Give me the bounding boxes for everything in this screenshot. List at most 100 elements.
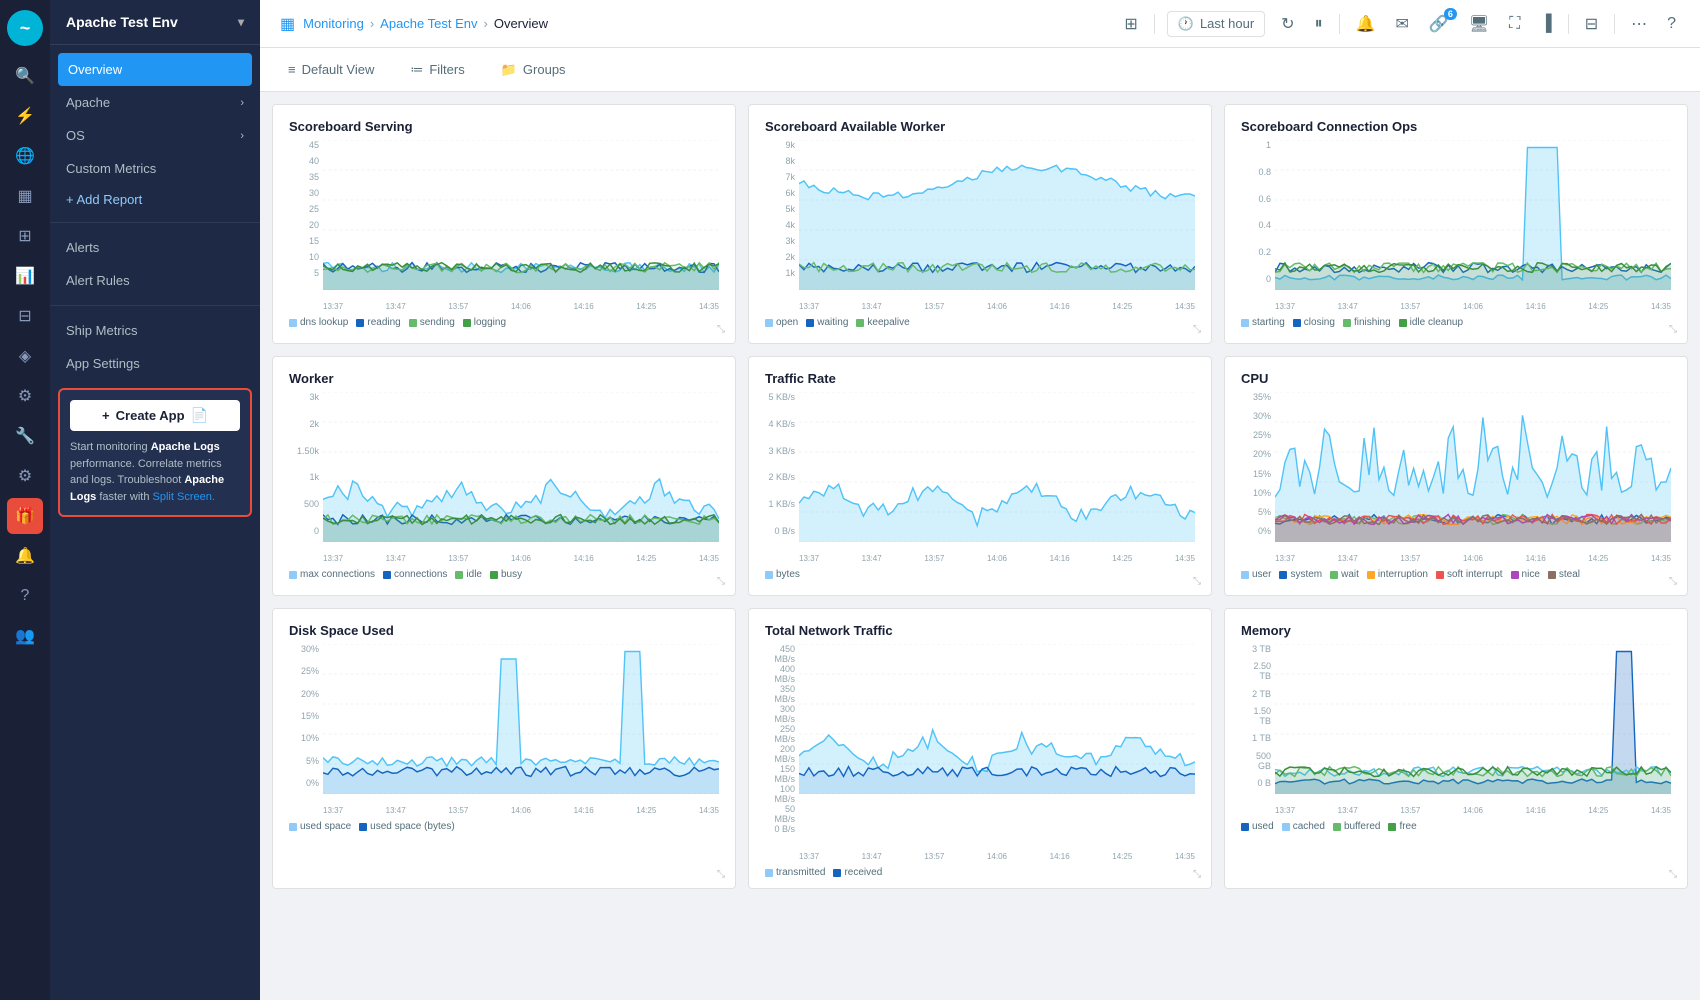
legend-item: received — [833, 867, 882, 878]
expand-icon[interactable]: ⤡ — [1669, 324, 1677, 335]
y-label: 45 — [289, 140, 319, 150]
legend-item: soft interrupt — [1436, 569, 1503, 580]
groups-btn[interactable]: 📁 Groups — [493, 58, 574, 82]
apache-label: Apache — [66, 95, 110, 110]
mail-icon[interactable]: ✉ — [1392, 10, 1413, 38]
x-label: 14:35 — [699, 806, 719, 815]
y-label: 20 — [289, 220, 319, 230]
sidebar-item-alert-rules[interactable]: Alert Rules — [50, 264, 260, 297]
sidebar-item-ship-metrics[interactable]: Ship Metrics — [50, 314, 260, 347]
time-selector[interactable]: 🕐 Last hour — [1167, 11, 1265, 37]
y-label: 2k — [765, 252, 795, 262]
layers-icon[interactable]: ▦ — [7, 178, 43, 214]
y-label: 10% — [1241, 488, 1271, 498]
chart-card-memory: Memory 3 TB2.50 TB2 TB1.50 TB1 TB500 GB0… — [1224, 608, 1688, 889]
legend-label: sending — [420, 317, 455, 328]
expand-icon[interactable]: ⤡ — [1669, 576, 1677, 587]
help-header-icon[interactable]: ? — [1663, 11, 1680, 37]
settings-icon[interactable]: ⚙ — [7, 458, 43, 494]
y-axis: 3 TB2.50 TB2 TB1.50 TB1 TB500 GB0 B — [1241, 644, 1271, 804]
create-app-button[interactable]: + Create App 📄 — [70, 400, 240, 431]
expand-icon[interactable]: ⤡ — [717, 576, 725, 587]
fullscreen-icon[interactable]: ⛶ — [1505, 11, 1524, 37]
split-view-icon[interactable]: ⊟ — [1581, 10, 1602, 38]
y-label: 0 B — [1241, 778, 1271, 788]
x-label: 14:16 — [1526, 806, 1546, 815]
pause-icon[interactable]: ⏸ — [1311, 11, 1327, 37]
app-logo[interactable]: ~ — [7, 10, 43, 46]
sidebar-item-app-settings[interactable]: App Settings — [50, 347, 260, 380]
monitor-icon[interactable]: 🖥 — [1465, 10, 1493, 38]
breadcrumb-monitoring[interactable]: Monitoring — [303, 16, 364, 31]
y-axis: 45403530252015105 — [289, 140, 319, 300]
help-icon[interactable]: ? — [7, 578, 43, 614]
bell-header-icon[interactable]: 🔔 — [1352, 10, 1380, 38]
globe-icon[interactable]: 🌐 — [7, 138, 43, 174]
y-axis: 35%30%25%20%15%10%5%0% — [1241, 392, 1271, 552]
gift-icon[interactable]: 🎁 — [7, 498, 43, 534]
expand-icon[interactable]: ⤡ — [1193, 324, 1201, 335]
x-label: 13:57 — [1400, 806, 1420, 815]
bar-chart-icon[interactable]: ▐ — [1536, 11, 1555, 37]
node-icon[interactable]: ◈ — [7, 338, 43, 374]
y-label: 5 KB/s — [765, 392, 795, 402]
sidebar-item-os[interactable]: OS › — [50, 119, 260, 152]
legend-item: keepalive — [856, 317, 909, 328]
legend-color — [490, 571, 498, 579]
sidebar-item-overview[interactable]: Overview — [58, 53, 252, 86]
bell-icon[interactable]: 🔔 — [7, 538, 43, 574]
team-icon[interactable]: 👥 — [7, 618, 43, 654]
y-label: 4k — [765, 220, 795, 230]
expand-icon[interactable]: ⤡ — [1193, 576, 1201, 587]
split-screen-link[interactable]: Split Screen. — [153, 491, 215, 503]
x-label: 14:06 — [987, 554, 1007, 563]
legend-color — [409, 319, 417, 327]
search-icon[interactable]: 🔍 — [7, 58, 43, 94]
legend-label: cached — [1293, 821, 1325, 832]
y-label: 10 — [289, 252, 319, 262]
expand-icon[interactable]: ⤡ — [717, 324, 725, 335]
expand-icon[interactable]: ⤡ — [717, 869, 725, 880]
sidebar-item-alerts[interactable]: Alerts — [50, 231, 260, 264]
filters-btn[interactable]: ≔ Filters — [402, 58, 472, 82]
grid-icon[interactable]: ⊞ — [7, 218, 43, 254]
chart-icon[interactable]: 📊 — [7, 258, 43, 294]
breadcrumb-env[interactable]: Apache Test Env — [380, 16, 477, 31]
y-label: 5% — [1241, 507, 1271, 517]
legend-color — [1282, 823, 1290, 831]
x-label: 14:06 — [1463, 302, 1483, 311]
sidebar-item-custom-metrics[interactable]: Custom Metrics — [50, 152, 260, 185]
legend-label: busy — [501, 569, 522, 580]
refresh-icon[interactable]: ↻ — [1277, 10, 1298, 38]
legend-label: idle cleanup — [1410, 317, 1463, 328]
legend-item: closing — [1293, 317, 1335, 328]
charts-grid: Scoreboard Serving 45403530252015105 13:… — [272, 104, 1688, 889]
default-view-btn[interactable]: ≡ Default View — [280, 58, 382, 81]
chart-card-worker: Worker 3k2k1.50k1k5000 13:3713:4713:5714… — [272, 356, 736, 596]
more-icon[interactable]: ⋯ — [1627, 10, 1651, 38]
legend-color — [455, 571, 463, 579]
legend-label: finishing — [1354, 317, 1391, 328]
expand-icon[interactable]: ⤡ — [1669, 869, 1677, 880]
x-label: 13:37 — [323, 554, 343, 563]
pulse-icon[interactable]: ⚡ — [7, 98, 43, 134]
layout-icon[interactable]: ⊟ — [7, 298, 43, 334]
integrations-icon[interactable]: ⚙ — [7, 378, 43, 414]
chart-svg-container — [799, 644, 1195, 804]
legend-color — [1333, 823, 1341, 831]
link-icon[interactable]: 🔗 6 — [1425, 10, 1453, 38]
y-label: 4 KB/s — [765, 419, 795, 429]
x-label: 13:57 — [448, 302, 468, 311]
x-label: 14:25 — [1588, 806, 1608, 815]
y-label: 3 KB/s — [765, 446, 795, 456]
chart-svg-container — [323, 392, 719, 552]
sidebar-header[interactable]: Apache Test Env ▾ — [50, 0, 260, 45]
expand-icon[interactable]: ⤡ — [1193, 869, 1201, 880]
y-label: 2 TB — [1241, 689, 1271, 699]
tools-icon[interactable]: 🔧 — [7, 418, 43, 454]
y-label: 25% — [1241, 430, 1271, 440]
grid-view-icon[interactable]: ⊞ — [1120, 10, 1141, 38]
header-divider-3 — [1568, 14, 1569, 34]
sidebar-add-report[interactable]: + Add Report — [50, 185, 260, 214]
sidebar-item-apache[interactable]: Apache › — [50, 86, 260, 119]
